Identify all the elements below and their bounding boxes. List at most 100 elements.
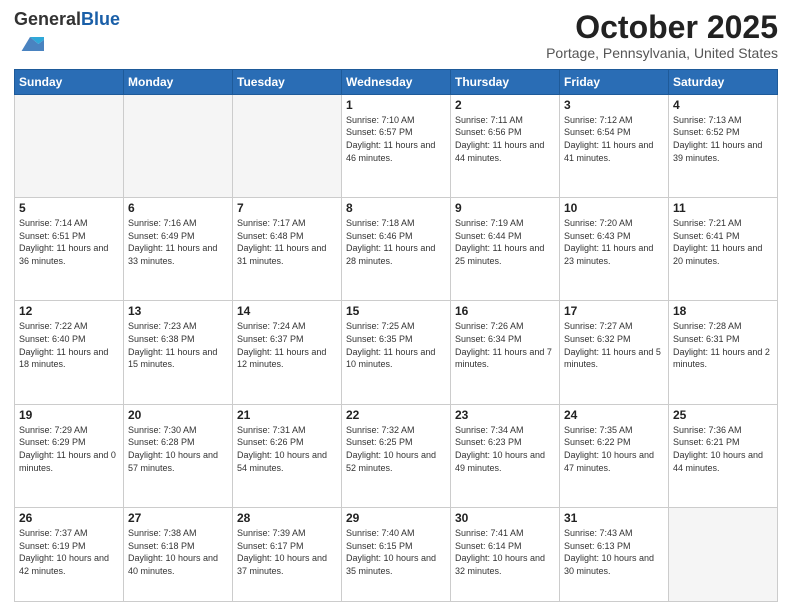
day-number: 23: [455, 408, 555, 422]
calendar-table: SundayMondayTuesdayWednesdayThursdayFrid…: [14, 69, 778, 602]
day-info: Sunrise: 7:28 AM Sunset: 6:31 PM Dayligh…: [673, 320, 773, 370]
calendar-cell: 27 Sunrise: 7:38 AM Sunset: 6:18 PM Dayli…: [124, 508, 233, 602]
day-info: Sunrise: 7:30 AM Sunset: 6:28 PM Dayligh…: [128, 424, 228, 474]
day-info: Sunrise: 7:10 AM Sunset: 6:57 PM Dayligh…: [346, 114, 446, 164]
calendar-cell: 16 Sunrise: 7:26 AM Sunset: 6:34 PM Dayli…: [451, 301, 560, 404]
day-info: Sunrise: 7:36 AM Sunset: 6:21 PM Dayligh…: [673, 424, 773, 474]
calendar-cell: 8 Sunrise: 7:18 AM Sunset: 6:46 PM Daylig…: [342, 198, 451, 301]
logo-icon: [16, 30, 44, 58]
weekday-header-row: SundayMondayTuesdayWednesdayThursdayFrid…: [15, 69, 778, 94]
day-info: Sunrise: 7:41 AM Sunset: 6:14 PM Dayligh…: [455, 527, 555, 577]
calendar-cell: 6 Sunrise: 7:16 AM Sunset: 6:49 PM Daylig…: [124, 198, 233, 301]
day-number: 8: [346, 201, 446, 215]
calendar-cell: 19 Sunrise: 7:29 AM Sunset: 6:29 PM Dayli…: [15, 404, 124, 507]
calendar-cell: 23 Sunrise: 7:34 AM Sunset: 6:23 PM Dayli…: [451, 404, 560, 507]
calendar-cell: 26 Sunrise: 7:37 AM Sunset: 6:19 PM Dayli…: [15, 508, 124, 602]
day-info: Sunrise: 7:35 AM Sunset: 6:22 PM Dayligh…: [564, 424, 664, 474]
day-info: Sunrise: 7:29 AM Sunset: 6:29 PM Dayligh…: [19, 424, 119, 474]
calendar-cell: [15, 94, 124, 197]
day-number: 10: [564, 201, 664, 215]
calendar-cell: [124, 94, 233, 197]
calendar-cell: 14Sunrise: 7:24 AM Sunset: 6:37 PM Dayli…: [233, 301, 342, 404]
day-number: 26: [19, 511, 119, 525]
calendar-cell: 30 Sunrise: 7:41 AM Sunset: 6:14 PM Dayli…: [451, 508, 560, 602]
calendar-cell: 2Sunrise: 7:11 AM Sunset: 6:56 PM Daylig…: [451, 94, 560, 197]
weekday-header-sunday: Sunday: [15, 69, 124, 94]
weekday-header-tuesday: Tuesday: [233, 69, 342, 94]
week-row-1: 1Sunrise: 7:10 AM Sunset: 6:57 PM Daylig…: [15, 94, 778, 197]
day-number: 19: [19, 408, 119, 422]
day-info: Sunrise: 7:43 AM Sunset: 6:13 PM Dayligh…: [564, 527, 664, 577]
day-number: 13: [128, 304, 228, 318]
day-info: Sunrise: 7:39 AM Sunset: 6:17 PM Dayligh…: [237, 527, 337, 577]
day-info: Sunrise: 7:27 AM Sunset: 6:32 PM Dayligh…: [564, 320, 664, 370]
day-number: 12: [19, 304, 119, 318]
day-info: Sunrise: 7:17 AM Sunset: 6:48 PM Dayligh…: [237, 217, 337, 267]
calendar-cell: 3 Sunrise: 7:12 AM Sunset: 6:54 PM Daylig…: [560, 94, 669, 197]
day-number: 15: [346, 304, 446, 318]
day-number: 5: [19, 201, 119, 215]
day-info: Sunrise: 7:26 AM Sunset: 6:34 PM Dayligh…: [455, 320, 555, 370]
calendar-cell: 20 Sunrise: 7:30 AM Sunset: 6:28 PM Dayli…: [124, 404, 233, 507]
title-block: October 2025 Portage, Pennsylvania, Unit…: [546, 10, 778, 61]
day-number: 18: [673, 304, 773, 318]
day-info: Sunrise: 7:20 AM Sunset: 6:43 PM Dayligh…: [564, 217, 664, 267]
calendar-cell: 9 Sunrise: 7:19 AM Sunset: 6:44 PM Daylig…: [451, 198, 560, 301]
calendar-cell: 10 Sunrise: 7:20 AM Sunset: 6:43 PM Dayli…: [560, 198, 669, 301]
calendar-cell: 13 Sunrise: 7:23 AM Sunset: 6:38 PM Dayli…: [124, 301, 233, 404]
day-number: 25: [673, 408, 773, 422]
day-info: Sunrise: 7:34 AM Sunset: 6:23 PM Dayligh…: [455, 424, 555, 474]
calendar-cell: 4 Sunrise: 7:13 AM Sunset: 6:52 PM Daylig…: [669, 94, 778, 197]
day-info: Sunrise: 7:14 AM Sunset: 6:51 PM Dayligh…: [19, 217, 119, 267]
calendar-cell: [233, 94, 342, 197]
logo-blue-text: Blue: [81, 9, 120, 29]
month-title: October 2025: [546, 10, 778, 45]
day-number: 22: [346, 408, 446, 422]
day-number: 9: [455, 201, 555, 215]
location: Portage, Pennsylvania, United States: [546, 45, 778, 61]
day-number: 6: [128, 201, 228, 215]
day-number: 17: [564, 304, 664, 318]
weekday-header-saturday: Saturday: [669, 69, 778, 94]
calendar-cell: 21Sunrise: 7:31 AM Sunset: 6:26 PM Dayli…: [233, 404, 342, 507]
day-number: 30: [455, 511, 555, 525]
day-info: Sunrise: 7:16 AM Sunset: 6:49 PM Dayligh…: [128, 217, 228, 267]
day-number: 7: [237, 201, 337, 215]
weekday-header-monday: Monday: [124, 69, 233, 94]
day-info: Sunrise: 7:37 AM Sunset: 6:19 PM Dayligh…: [19, 527, 119, 577]
calendar-cell: 7 Sunrise: 7:17 AM Sunset: 6:48 PM Daylig…: [233, 198, 342, 301]
day-number: 2: [455, 98, 555, 112]
day-number: 21: [237, 408, 337, 422]
week-row-2: 5 Sunrise: 7:14 AM Sunset: 6:51 PM Daylig…: [15, 198, 778, 301]
calendar-cell: 28Sunrise: 7:39 AM Sunset: 6:17 PM Dayli…: [233, 508, 342, 602]
calendar-cell: 29Sunrise: 7:40 AM Sunset: 6:15 PM Dayli…: [342, 508, 451, 602]
header: GeneralBlue October 2025 Portage, Pennsy…: [14, 10, 778, 63]
day-number: 20: [128, 408, 228, 422]
day-info: Sunrise: 7:19 AM Sunset: 6:44 PM Dayligh…: [455, 217, 555, 267]
weekday-header-thursday: Thursday: [451, 69, 560, 94]
day-info: Sunrise: 7:38 AM Sunset: 6:18 PM Dayligh…: [128, 527, 228, 577]
calendar-cell: 18 Sunrise: 7:28 AM Sunset: 6:31 PM Dayli…: [669, 301, 778, 404]
day-number: 16: [455, 304, 555, 318]
day-number: 31: [564, 511, 664, 525]
calendar-cell: [669, 508, 778, 602]
day-info: Sunrise: 7:23 AM Sunset: 6:38 PM Dayligh…: [128, 320, 228, 370]
day-number: 24: [564, 408, 664, 422]
calendar-cell: 11Sunrise: 7:21 AM Sunset: 6:41 PM Dayli…: [669, 198, 778, 301]
day-info: Sunrise: 7:13 AM Sunset: 6:52 PM Dayligh…: [673, 114, 773, 164]
day-number: 3: [564, 98, 664, 112]
calendar-cell: 31 Sunrise: 7:43 AM Sunset: 6:13 PM Dayli…: [560, 508, 669, 602]
day-info: Sunrise: 7:12 AM Sunset: 6:54 PM Dayligh…: [564, 114, 664, 164]
day-info: Sunrise: 7:25 AM Sunset: 6:35 PM Dayligh…: [346, 320, 446, 370]
calendar-cell: 24 Sunrise: 7:35 AM Sunset: 6:22 PM Dayli…: [560, 404, 669, 507]
day-info: Sunrise: 7:40 AM Sunset: 6:15 PM Dayligh…: [346, 527, 446, 577]
day-number: 4: [673, 98, 773, 112]
calendar-cell: 5 Sunrise: 7:14 AM Sunset: 6:51 PM Daylig…: [15, 198, 124, 301]
day-number: 11: [673, 201, 773, 215]
calendar-cell: 22 Sunrise: 7:32 AM Sunset: 6:25 PM Dayli…: [342, 404, 451, 507]
day-info: Sunrise: 7:32 AM Sunset: 6:25 PM Dayligh…: [346, 424, 446, 474]
logo: GeneralBlue: [14, 10, 120, 63]
page: GeneralBlue October 2025 Portage, Pennsy…: [0, 0, 792, 612]
day-number: 27: [128, 511, 228, 525]
day-info: Sunrise: 7:18 AM Sunset: 6:46 PM Dayligh…: [346, 217, 446, 267]
